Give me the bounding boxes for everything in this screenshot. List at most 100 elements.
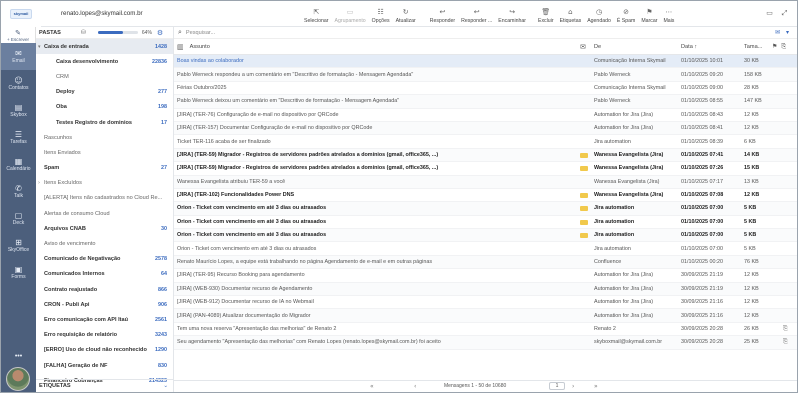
flag-empty[interactable] (580, 273, 588, 278)
folder-item[interactable]: [ERRO] Uso de cloud não reconhecido 1290 (36, 343, 173, 358)
flag-empty[interactable] (580, 286, 588, 291)
search-bar[interactable]: ⌕ Pesquisar... ✉ ▾ (174, 27, 797, 39)
flag-empty[interactable] (580, 260, 588, 265)
chevron-down-icon[interactable]: ⌄ (163, 383, 168, 389)
toolbar-button-clock[interactable]: ◷ Agendado (584, 2, 614, 24)
folder-item[interactable]: [ALERTA] Itens não cadastrados no Cloud … (36, 191, 173, 206)
page-input[interactable]: 1 (549, 382, 565, 390)
fullscreen-icon[interactable]: ⤢ (780, 9, 789, 18)
flag-empty[interactable] (580, 126, 588, 131)
flag-marker[interactable] (580, 166, 588, 172)
col-date[interactable]: Data ↑ (681, 44, 697, 50)
flag-marker[interactable] (580, 219, 588, 225)
user-email[interactable]: renato.lopes@skymail.com.br (61, 10, 301, 17)
folder-item[interactable]: Itens Enviados (36, 145, 173, 160)
rail-item-tarefas[interactable]: ☰ Tarefas (1, 124, 36, 151)
more-apps-icon[interactable]: ••• (1, 353, 36, 360)
rail-item-talk[interactable]: ✆ Talk (1, 178, 36, 205)
table-row[interactable]: [JIRA] (TER-102) Funcionalidades Power D… (174, 189, 797, 203)
flag-empty[interactable] (580, 139, 588, 144)
table-row[interactable]: [JIRA] (TER-59) Migrador - Registros de … (174, 148, 797, 163)
flag-empty[interactable] (580, 112, 588, 117)
chevron-down-icon[interactable]: ▾ (786, 29, 789, 36)
toolbar-button-refresh[interactable]: ↻ Atualizar (393, 2, 419, 24)
col-size[interactable]: Tama... (744, 44, 762, 50)
toolbar-button-reply-all[interactable]: ↩ Responder ... (458, 2, 495, 24)
toolbar-button-reply[interactable]: ↩ Responder (427, 2, 458, 24)
folder-item[interactable]: Testes Registro de dominios 17 (36, 115, 173, 130)
avatar[interactable] (6, 367, 30, 391)
first-page-icon[interactable]: « (370, 383, 374, 390)
logo[interactable]: skymail (1, 0, 41, 27)
table-row[interactable]: Wanessa Evangelista atribuiu TER-59 a vo… (174, 175, 797, 189)
paperclip-icon[interactable]: ⎘ (781, 43, 786, 51)
rail-item-calendário[interactable]: ▦ Calendário (1, 151, 36, 178)
folder-item[interactable]: ▾ Caixa de entrada 1428 (36, 39, 173, 55)
flag-marker[interactable] (580, 206, 588, 212)
next-page-icon[interactable]: › (572, 383, 574, 390)
folder-item[interactable]: Aviso de vencimento (36, 236, 173, 251)
table-row[interactable]: [JIRA] (TER-76) Configuração de e-mail n… (174, 109, 797, 122)
flag-icon[interactable]: ⚑ (772, 43, 777, 51)
table-row[interactable]: Pablo Werneck respondeu a um comentário … (174, 68, 797, 82)
last-page-icon[interactable]: » (594, 383, 598, 390)
toolbar-button-cursor[interactable]: ⇱ Selecionar (301, 2, 332, 24)
flag-empty[interactable] (580, 179, 588, 184)
table-row[interactable]: Ticket TER-116 acaba de ser finalizado Ji… (174, 135, 797, 149)
col-subject[interactable]: ▥ Assunto (177, 43, 210, 51)
table-row[interactable]: [JIRA] (TER-95) Recurso Booking para age… (174, 269, 797, 283)
table-row[interactable]: Orion - Ticket com vencimento em até 3 d… (174, 202, 797, 216)
table-row[interactable]: Boas vindas ao colaborador Comunicação In… (174, 55, 797, 69)
folder-item[interactable]: Spam 27 (36, 161, 173, 176)
flag-empty[interactable] (580, 99, 588, 104)
labels-section[interactable]: ETIQUETAS ⌄ (36, 379, 174, 391)
flag-empty[interactable] (580, 246, 588, 251)
folder-item[interactable]: Caixa desenvolvimento 22836 (36, 54, 173, 69)
toolbar-button-spam[interactable]: ⊘ É Spam (614, 2, 638, 24)
folder-item[interactable]: Comunicado de Negativação 2578 (36, 252, 173, 267)
gear-icon[interactable]: ⚙ (157, 29, 163, 37)
flag-empty[interactable] (580, 340, 588, 345)
folder-item[interactable]: Deploy 277 (36, 85, 173, 100)
folder-item[interactable]: Erro requisição de relatório 3243 (36, 328, 173, 343)
table-row[interactable]: Tem uma nova reserva "Apresentação das m… (174, 323, 797, 337)
toolbar-button-trash[interactable]: 🗑 Excluir (535, 2, 557, 24)
folder-item[interactable]: CRM (36, 69, 173, 84)
table-row[interactable]: [JIRA] (WEB-912) Documentar recurso de I… (174, 296, 797, 310)
rail-item-email[interactable]: ✉ Email (1, 43, 36, 70)
folder-item[interactable]: › Itens Excluídos (36, 176, 173, 191)
compose-button[interactable]: ✎ + Escrever (1, 27, 36, 43)
rail-item-deck[interactable]: ▢ Deck (1, 205, 36, 232)
flag-empty[interactable] (580, 313, 588, 318)
flag-marker[interactable] (580, 152, 588, 158)
mail-icon[interactable]: ✉ (775, 29, 780, 36)
folder-item[interactable]: [FALHA] Geração de NF 830 (36, 358, 173, 373)
table-row[interactable]: [JIRA] (PAN-4089) Atualizar documentação… (174, 309, 797, 323)
table-row[interactable]: Férias Outubro/2025 Comunicação Interna S… (174, 82, 797, 96)
rail-item-forms[interactable]: ▣ Forms (1, 259, 36, 286)
toolbar-button-group[interactable]: ▭ Agrupamento (332, 2, 369, 24)
window-icon[interactable]: ▭ (765, 9, 774, 18)
folder-item[interactable]: Alertas de consumo Cloud (36, 206, 173, 221)
folder-item[interactable]: Contrato reajustado 866 (36, 282, 173, 297)
col-from[interactable]: De (594, 44, 601, 50)
flag-empty[interactable] (580, 85, 588, 90)
toolbar-button-flag[interactable]: ⚑ Marcar (638, 2, 660, 24)
flag-empty[interactable] (580, 59, 588, 64)
table-row[interactable]: Renato Maurício Lopes, a equipe está tra… (174, 255, 797, 270)
folder-item[interactable]: Arquivos CNAB 30 (36, 221, 173, 236)
search-input[interactable]: Pesquisar... (186, 30, 215, 36)
toolbar-button-tag[interactable]: ⌂ Etiquetas (557, 2, 585, 24)
rail-item-skybox[interactable]: ▤ Skybox (1, 97, 36, 124)
table-row[interactable]: Orion - Ticket com vencimento em até 3 d… (174, 242, 797, 256)
folder-item[interactable]: Erro comunicação com API Itaú 2561 (36, 312, 173, 327)
toolbar-button-forward[interactable]: ↪ Encaminhar (495, 2, 529, 24)
table-row[interactable]: [JIRA] (TER-157) Documentar Configuração… (174, 121, 797, 136)
table-row[interactable]: Pablo Werneck deixou um comentário em "D… (174, 95, 797, 109)
table-row[interactable]: [JIRA] (WEB-930) Documentar recurso de A… (174, 282, 797, 297)
rail-item-contatos[interactable]: ☺ Contatos (1, 70, 36, 97)
toolbar-button-more[interactable]: ⋯ Mais (660, 2, 677, 24)
folder-item[interactable]: CRON - Publi Api 906 (36, 297, 173, 312)
folder-item[interactable]: Rascunhos (36, 130, 173, 145)
folder-item[interactable]: Comunicados Internos 64 (36, 267, 173, 282)
